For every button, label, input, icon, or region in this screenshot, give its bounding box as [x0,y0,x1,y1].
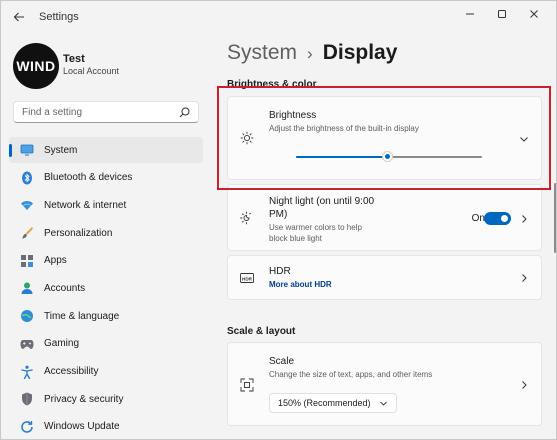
back-arrow-icon [13,12,24,22]
maximize-button[interactable] [486,3,518,25]
scale-description: Change the size of text, apps, and other… [269,370,433,379]
user-name: Test [63,53,85,65]
page-title: Display [322,41,398,64]
sidebar-item-label: Accessibility [44,366,99,377]
chevron-right-icon[interactable] [519,214,529,224]
night-light-card[interactable]: Night light (on until 9:00 PM) Use warme… [227,184,542,251]
night-light-description: Use warmer colors to help block blue lig… [269,222,362,244]
scale-dropdown[interactable]: 150% (Recommended) [269,393,397,413]
sidebar: WIND Test Local Account System Bluetooth… [1,33,213,439]
window-controls [454,3,550,25]
sidebar-item-bluetooth[interactable]: Bluetooth & devices [9,165,203,191]
chevron-down-icon[interactable] [519,134,529,144]
night-light-toggle-label: On [471,213,485,224]
sidebar-nav: System Bluetooth & devices Network & int… [9,137,203,439]
sidebar-item-label: Windows Update [44,421,120,433]
sun-icon [240,131,254,145]
system-icon [20,143,34,157]
search-box[interactable] [13,101,199,123]
night-light-title-line2: PM) [269,209,288,220]
sidebar-item-privacy-security[interactable]: Privacy & security [9,386,203,412]
settings-window: Settings WIND Test Local Account Find a … [0,0,557,440]
night-light-title: Night light (on until 9:00 PM) [269,195,374,221]
accessibility-icon [20,365,34,379]
sidebar-item-system[interactable]: System [9,137,203,163]
sidebar-item-accessibility[interactable]: Accessibility [9,359,203,385]
sidebar-item-label: Time & language [44,310,120,322]
close-icon [530,10,538,18]
sidebar-item-label: Gaming [44,338,80,350]
chevron-down-icon [379,399,388,408]
hdr-title: HDR [269,266,291,277]
night-light-desc-line1: Use warmer colors to help [269,223,362,232]
brightness-slider[interactable] [296,151,482,163]
bluetooth-icon [20,171,34,185]
search-input[interactable] [22,106,178,118]
wifi-icon [20,198,34,212]
gamepad-icon [20,337,34,351]
sidebar-item-label: Network & internet [44,199,127,211]
slider-thumb[interactable] [381,151,393,162]
more-about-hdr-link[interactable]: More about HDR [269,280,332,289]
brightness-title: Brightness [269,110,317,121]
breadcrumb-separator: › [307,44,313,63]
update-icon [20,420,34,434]
person-icon [20,281,34,295]
brightness-card[interactable]: Brightness Adjust the brightness of the … [227,96,542,180]
chevron-right-icon[interactable] [519,273,529,283]
sidebar-item-label: Privacy & security [44,393,124,405]
close-button[interactable] [518,3,550,25]
night-light-title-line1: Night light (on until 9:00 [269,196,375,207]
sidebar-item-label: System [44,144,78,156]
sidebar-item-apps[interactable]: Apps [9,248,203,274]
maximize-icon [498,10,506,18]
brightness-description: Adjust the brightness of the built-in di… [269,124,419,133]
sidebar-item-label: Bluetooth & devices [44,172,133,184]
scale-title: Scale [269,356,295,367]
sidebar-item-windows-update[interactable]: Windows Update [9,414,203,439]
night-light-icon [240,211,254,225]
section-brightness-color: Brightness & color [227,79,317,90]
hdr-card[interactable]: HDR HDR More about HDR [227,255,542,300]
paintbrush-icon [20,226,34,240]
sidebar-item-gaming[interactable]: Gaming [9,331,203,357]
hdr-icon: HDR [240,271,254,285]
sidebar-item-accounts[interactable]: Accounts [9,275,203,301]
sidebar-item-label: Accounts [44,282,86,294]
sidebar-item-label: Personalization [44,227,113,239]
scale-icon [240,378,254,392]
sidebar-item-network[interactable]: Network & internet [9,192,203,218]
chevron-right-icon[interactable] [519,380,529,390]
account-type: Local Account [63,66,120,76]
avatar[interactable]: WIND [13,43,59,89]
globe-clock-icon [20,309,34,323]
sidebar-item-personalization[interactable]: Personalization [9,220,203,246]
night-light-toggle[interactable] [484,212,511,225]
sidebar-item-time-language[interactable]: Time & language [9,303,203,329]
scale-dropdown-value: 150% (Recommended) [278,398,371,408]
night-light-desc-line2: block blue light [269,234,322,243]
breadcrumb-parent[interactable]: System [227,41,297,65]
svg-text:HDR: HDR [242,276,253,281]
scrollbar[interactable] [554,183,556,253]
apps-icon [20,254,34,268]
section-scale-layout: Scale & layout [227,326,296,337]
breadcrumb: System › Display [227,41,397,65]
scale-card[interactable]: Scale Change the size of text, apps, and… [227,342,542,426]
toggle-knob [501,215,508,222]
search-icon[interactable] [178,106,190,118]
sidebar-item-label: Apps [44,255,67,267]
title-bar: Settings [1,1,556,33]
minimize-button[interactable] [454,3,486,25]
shield-icon [20,392,34,406]
slider-fill [296,156,388,158]
back-button[interactable] [5,3,33,31]
minimize-icon [466,13,474,15]
main-content: System › Display Brightness & color Brig… [213,33,556,439]
app-title: Settings [39,11,79,23]
